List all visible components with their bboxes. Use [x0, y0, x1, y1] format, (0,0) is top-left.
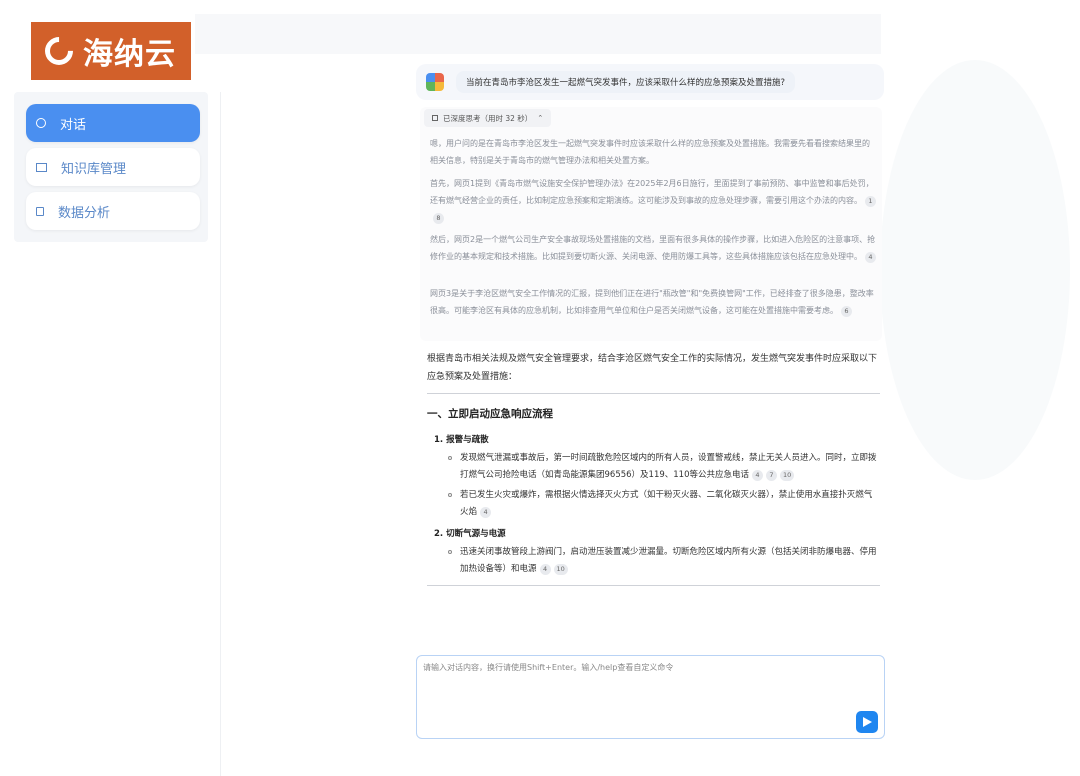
- citation-badge[interactable]: 4: [539, 564, 551, 575]
- answer-step-title: 1. 报警与疏散: [434, 435, 489, 445]
- thinking-paragraph-text: 网页3是关于李沧区燃气安全工作情况的汇报，提到他们正在进行"瓶改管"和"免费换管…: [430, 289, 874, 315]
- citation-badge[interactable]: 6: [841, 306, 852, 317]
- chart-icon: [36, 206, 44, 216]
- sidebar-item-chat[interactable]: 对话: [26, 104, 200, 142]
- send-icon: [862, 717, 872, 727]
- citation-badge[interactable]: 8: [433, 213, 444, 224]
- answer-bullet-text: 若已发生火灾或爆炸，需根据火情选择灭火方式（如干粉灭火器、二氧化碳灭火器），禁止…: [460, 490, 873, 517]
- answer-bullet: 若已发生火灾或爆炸，需根据火情选择灭火方式（如干粉灭火器、二氧化碳灭火器），禁止…: [448, 487, 880, 521]
- citation-badge[interactable]: 1: [865, 196, 876, 207]
- thinking-paragraph-text: 首先，网页1提到《青岛市燃气设施安全保护管理办法》在2025年2月6日施行，里面…: [430, 179, 874, 205]
- background-decoration: [880, 60, 1070, 480]
- answer-intro: 根据青岛市相关法规及燃气安全管理要求，结合李沧区燃气安全工作的实际情况，发生燃气…: [427, 354, 878, 382]
- bullet-icon: [448, 550, 452, 554]
- citation-badge[interactable]: 10: [780, 470, 795, 481]
- user-question-text: 当前在青岛市李沧区发生一起燃气突发事件，应该采取什么样的应急预案及处置措施?: [456, 71, 796, 93]
- divider: [427, 585, 880, 586]
- send-button[interactable]: [856, 711, 878, 733]
- sidebar-item-label: 知识库管理: [61, 161, 127, 177]
- answer-bullet: 发现燃气泄漏或事故后，第一时间疏散危险区域内的所有人员，设置警戒线，禁止无关人员…: [448, 450, 880, 484]
- thinking-paragraph: 嗯，用户问的是在青岛市李沧区发生一起燃气突发事件时应该采取什么样的应急预案及处置…: [430, 135, 876, 169]
- answer-bullet-text: 迅速关闭事故管段上游阀门，启动泄压装置减少泄漏量。切断危险区域内所有火源（包括关…: [460, 547, 877, 574]
- chat-input[interactable]: [419, 658, 879, 708]
- thinking-toggle-label: 已深度思考（用时 32 秒）: [443, 113, 533, 123]
- citation-badge[interactable]: 4: [752, 470, 763, 481]
- chevron-up-icon: ⌃: [537, 114, 544, 122]
- thinking-paragraph-text: 然后，网页2是一个燃气公司生产安全事故现场处置措施的文档，里面有很多具体的操作步…: [430, 235, 876, 261]
- user-question-row: 当前在青岛市李沧区发生一起燃气突发事件，应该采取什么样的应急预案及处置措施?: [416, 64, 884, 100]
- user-avatar-icon: [426, 73, 444, 91]
- thinking-paragraph: 网页3是关于李沧区燃气安全工作情况的汇报，提到他们正在进行"瓶改管"和"免费换管…: [430, 285, 876, 319]
- divider: [427, 393, 880, 394]
- brand-logo: 海纳云: [31, 22, 191, 80]
- thinking-paragraph-text: 嗯，用户问的是在青岛市李沧区发生一起燃气突发事件时应该采取什么样的应急预案及处置…: [430, 139, 870, 165]
- citation-badge[interactable]: 4: [480, 507, 492, 518]
- book-icon: [36, 162, 47, 172]
- sidebar: 对话 知识库管理 数据分析: [14, 92, 208, 242]
- answer-step-title: 2. 切断气源与电源: [434, 529, 506, 539]
- sidebar-item-label: 数据分析: [58, 205, 111, 221]
- bullet-icon: [448, 493, 452, 497]
- sidebar-divider: [220, 92, 221, 776]
- chat-input-box: [416, 655, 885, 739]
- logo-mark-icon: [39, 31, 79, 71]
- citation-badge[interactable]: 7: [766, 470, 777, 481]
- sidebar-item-label: 对话: [60, 117, 87, 133]
- brand-name: 海纳云: [83, 37, 176, 72]
- thinking-paragraph: 然后，网页2是一个燃气公司生产安全事故现场处置措施的文档，里面有很多具体的操作步…: [430, 231, 876, 265]
- answer-bullet: 迅速关闭事故管段上游阀门，启动泄压装置减少泄漏量。切断危险区域内所有火源（包括关…: [448, 544, 880, 578]
- sidebar-item-data-analysis[interactable]: 数据分析: [26, 192, 200, 230]
- thinking-panel: 已深度思考（用时 32 秒） ⌃ 嗯，用户问的是在青岛市李沧区发生一起燃气突发事…: [420, 107, 882, 341]
- answer-bullet-text: 发现燃气泄漏或事故后，第一时间疏散危险区域内的所有人员，设置警戒线，禁止无关人员…: [460, 453, 877, 480]
- citation-badge[interactable]: 4: [865, 252, 876, 263]
- thinking-icon: [432, 115, 438, 121]
- citation-badge[interactable]: 10: [553, 564, 568, 575]
- thinking-paragraph: 首先，网页1提到《青岛市燃气设施安全保护管理办法》在2025年2月6日施行，里面…: [430, 175, 876, 226]
- chat-bubble-icon: [36, 118, 46, 128]
- bullet-icon: [448, 456, 452, 460]
- sidebar-item-knowledge-base[interactable]: 知识库管理: [26, 148, 200, 186]
- thinking-toggle-button[interactable]: 已深度思考（用时 32 秒） ⌃: [424, 109, 552, 127]
- answer-section-title: 一、立即启动应急响应流程: [427, 408, 553, 420]
- header-band: [195, 14, 881, 54]
